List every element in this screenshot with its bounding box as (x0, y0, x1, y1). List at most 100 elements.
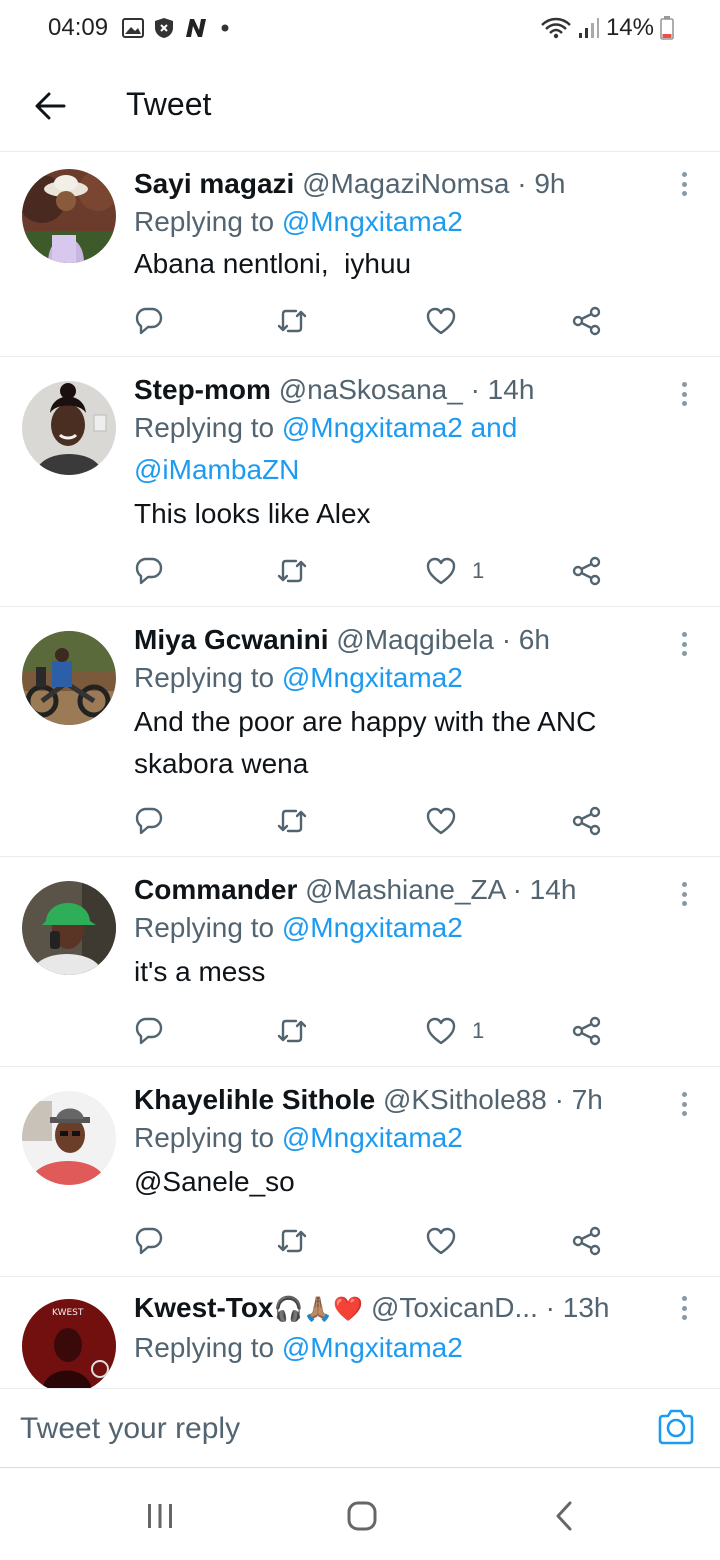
like-count: 1 (472, 1018, 485, 1043)
reply-button[interactable] (134, 1011, 164, 1051)
tweet-header-line: Sayi magazi @MagaziNomsa · 9h (134, 167, 680, 201)
reply-button[interactable] (134, 551, 164, 591)
reply-input[interactable] (20, 1409, 620, 1449)
retweet-icon (277, 1229, 307, 1253)
dot-icon (221, 24, 229, 32)
user-name[interactable]: Khayelihle Sithole (134, 1084, 375, 1115)
mention-link[interactable]: @Mngxitama2 (282, 1122, 463, 1153)
mention-link[interactable]: @Mngxitama2 (282, 206, 463, 237)
tweet-item[interactable]: Sayi magazi @MagaziNomsa · 9h Replying t… (0, 153, 720, 357)
more-options-button[interactable] (674, 1293, 694, 1323)
share-button[interactable] (572, 551, 602, 591)
reply-icon (135, 307, 163, 335)
mention-link[interactable]: @Mngxitama2 (282, 1332, 463, 1363)
recent-apps-button[interactable] (140, 1498, 180, 1534)
tweet-time: · 7h (554, 1084, 603, 1115)
mention-link[interactable]: @Mngxitama2 and (282, 412, 517, 443)
tweet-text-mention[interactable]: @Sanele_so (134, 1161, 680, 1203)
tweet-header: Tweet (0, 60, 720, 152)
retweet-icon (277, 809, 307, 833)
shield-icon (155, 18, 173, 38)
share-icon (572, 806, 601, 836)
replying-prefix: Replying to (134, 206, 282, 237)
tweet-item[interactable]: Miya Gcwanini @Maqgibela · 6h Replying t… (0, 607, 720, 857)
user-handle[interactable]: @naSkosana_ (279, 374, 463, 405)
like-button[interactable] (426, 1221, 472, 1261)
tweet-time: · 14h (512, 874, 577, 905)
more-options-button[interactable] (674, 629, 694, 659)
tweet-actions: 1 (134, 1011, 614, 1051)
retweet-button[interactable] (276, 801, 308, 841)
avatar[interactable] (22, 631, 116, 725)
share-button[interactable] (572, 301, 602, 341)
share-icon (572, 306, 601, 336)
avatar[interactable] (22, 881, 116, 975)
share-icon (572, 556, 601, 586)
avatar[interactable] (22, 1091, 116, 1185)
user-name[interactable]: Sayi magazi (134, 168, 294, 199)
like-button[interactable]: 1 (426, 551, 484, 591)
reply-icon (135, 807, 163, 835)
share-icon (572, 1226, 601, 1256)
camera-button[interactable] (656, 1407, 696, 1447)
tweet-header-line: Miya Gcwanini @Maqgibela · 6h (134, 623, 680, 657)
share-button[interactable] (572, 1011, 602, 1051)
tweet-text-line: And the poor are happy with the ANC (134, 706, 597, 737)
name-emoji: 🎧🙏🏽❤️ (273, 1296, 364, 1323)
reply-button[interactable] (134, 801, 164, 841)
tweet-actions (134, 1221, 614, 1261)
like-button[interactable] (426, 801, 472, 841)
mention-link[interactable]: @iMambaZN (134, 449, 680, 491)
more-options-button[interactable] (674, 169, 694, 199)
tweet-time: · 9h (517, 168, 566, 199)
replying-prefix: Replying to (134, 662, 282, 693)
retweet-button[interactable] (276, 551, 308, 591)
user-name[interactable]: Kwest-Tox (134, 1292, 274, 1323)
user-handle[interactable]: @KSithole88 (383, 1084, 547, 1115)
like-button[interactable] (426, 301, 472, 341)
avatar[interactable] (22, 169, 116, 263)
like-button[interactable]: 1 (426, 1011, 484, 1051)
like-icon (426, 1227, 456, 1255)
share-button[interactable] (572, 1221, 602, 1261)
tweet-item[interactable]: Step-mom @naSkosana_ · 14h Replying to @… (0, 357, 720, 607)
retweet-button[interactable] (276, 301, 308, 341)
replying-to: Replying to @Mngxitama2 (134, 907, 680, 949)
retweet-button[interactable] (276, 1011, 308, 1051)
reply-button[interactable] (134, 301, 164, 341)
user-handle[interactable]: @Maqgibela (336, 624, 494, 655)
user-handle[interactable]: @ToxicanD... (371, 1292, 538, 1323)
news-n-icon (186, 19, 206, 37)
user-name[interactable]: Commander (134, 874, 297, 905)
reply-icon (135, 1017, 163, 1045)
user-handle[interactable]: @Mashiane_ZA (305, 874, 505, 905)
signal-icon (578, 18, 599, 38)
nav-back-button[interactable] (544, 1498, 584, 1534)
user-name[interactable]: Step-mom (134, 374, 271, 405)
mention-link[interactable]: @Mngxitama2 (282, 662, 463, 693)
mention-link[interactable]: @Mngxitama2 (282, 912, 463, 943)
status-left-icons (122, 17, 230, 39)
tweet-time: · 13h (545, 1292, 610, 1323)
back-button[interactable] (30, 86, 70, 126)
tweet-header-line: Khayelihle Sithole @KSithole88 · 7h (134, 1083, 680, 1117)
more-options-button[interactable] (674, 879, 694, 909)
retweet-button[interactable] (276, 1221, 308, 1261)
tweet-item[interactable]: Commander @Mashiane_ZA · 14h Replying to… (0, 857, 720, 1067)
tweet-text: This looks like Alex (134, 498, 371, 529)
replying-prefix: Replying to (134, 912, 282, 943)
user-handle[interactable]: @MagaziNomsa (302, 168, 509, 199)
avatar[interactable]: KWEST (22, 1299, 116, 1388)
retweet-icon (277, 309, 307, 333)
user-name[interactable]: Miya Gcwanini (134, 624, 329, 655)
reply-button[interactable] (134, 1221, 164, 1261)
tweet-item[interactable]: Khayelihle Sithole @KSithole88 · 7h Repl… (0, 1067, 720, 1277)
replying-prefix: Replying to (134, 1122, 282, 1153)
tweet-item[interactable]: KWEST Kwest-Tox🎧🙏🏽❤️ @ToxicanD... · 13h … (0, 1277, 720, 1388)
more-options-button[interactable] (674, 1089, 694, 1119)
more-options-button[interactable] (674, 379, 694, 409)
share-button[interactable] (572, 801, 602, 841)
home-button[interactable] (342, 1498, 382, 1534)
avatar[interactable] (22, 381, 116, 475)
reply-feed[interactable]: Sayi magazi @MagaziNomsa · 9h Replying t… (0, 153, 720, 1388)
